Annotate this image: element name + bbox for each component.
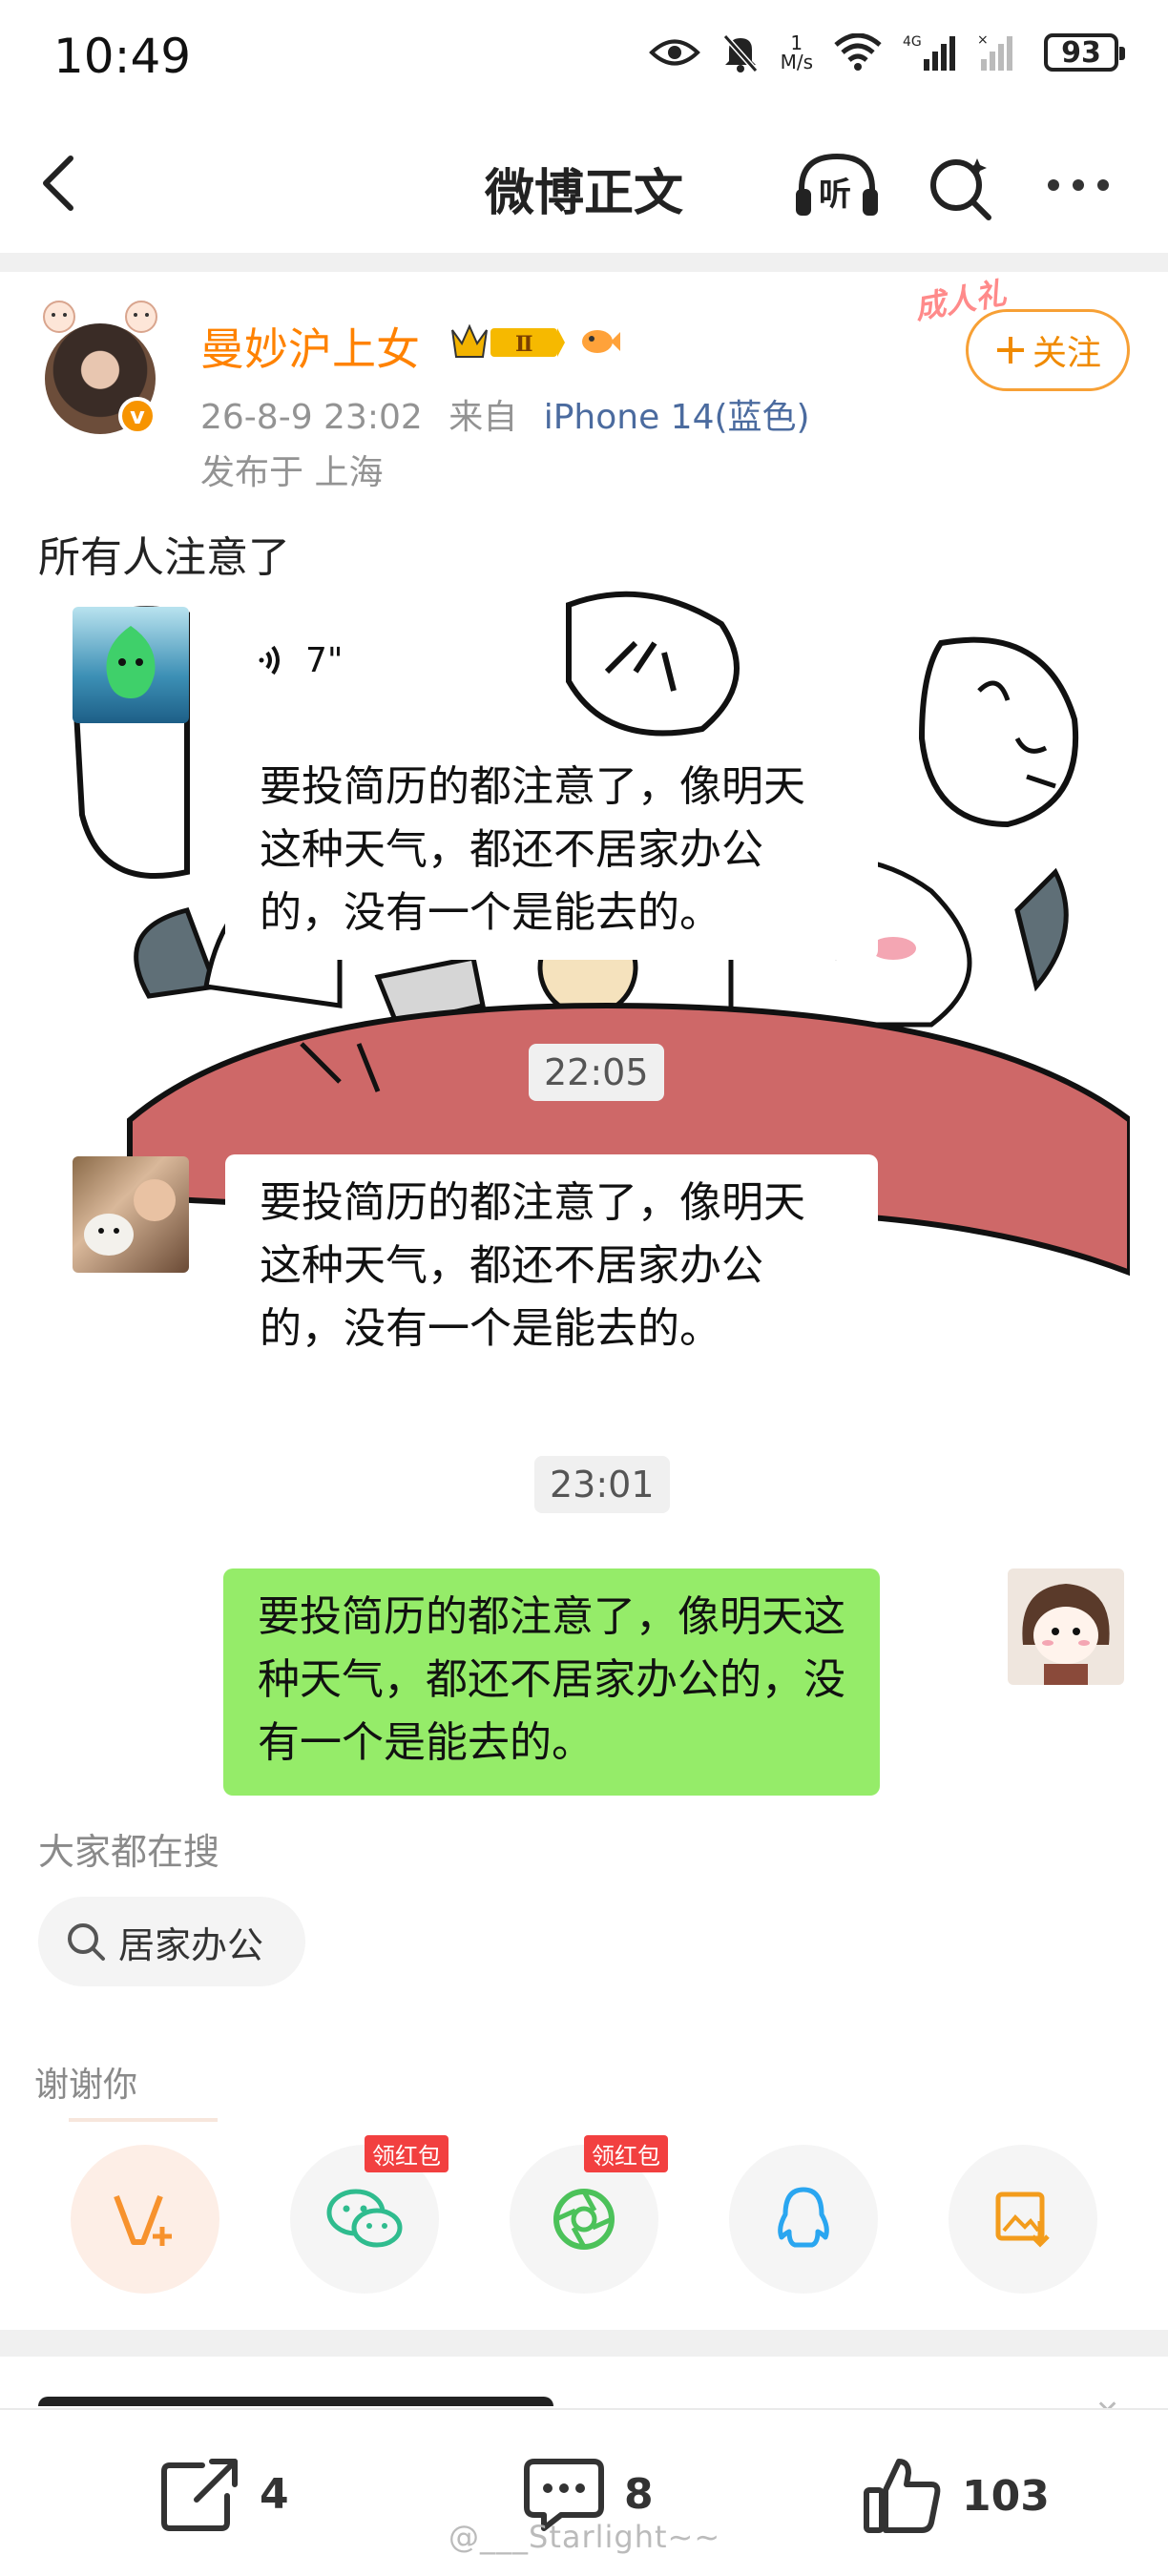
chat-avatar-2 xyxy=(73,1156,189,1273)
trending-search-chip[interactable]: 居家办公 xyxy=(38,1897,305,1986)
svg-text:4G: 4G xyxy=(903,34,922,50)
battery-indicator: 93 xyxy=(1044,33,1125,72)
eye-icon xyxy=(648,39,700,66)
share-save-image-button[interactable] xyxy=(949,2145,1097,2294)
wechat-icon xyxy=(326,2189,403,2248)
net-speed: 1 M/s xyxy=(781,33,813,72)
redpack-badge: 领红包 xyxy=(584,2135,668,2172)
post-text: 所有人注意了 xyxy=(38,533,290,582)
repost-icon xyxy=(161,2459,238,2531)
dot-icon xyxy=(1048,179,1059,191)
post-date: 26-8-9 23:02 xyxy=(200,398,423,437)
thanks-label: 谢谢你 xyxy=(34,2066,138,2105)
share-row: 领红包 领红包 xyxy=(0,2135,1168,2303)
thanks-underline xyxy=(69,2118,218,2122)
post-device[interactable]: iPhone 14(蓝色) xyxy=(544,398,810,437)
chat-timestamp-1: 22:05 xyxy=(529,1044,664,1101)
level-text: Ⅱ xyxy=(515,332,533,357)
listen-label: 听 xyxy=(819,176,851,214)
member-level-badge-icon: Ⅱ xyxy=(451,323,565,358)
post-location: 发布于 上海 xyxy=(200,453,384,492)
save-image-icon xyxy=(995,2192,1050,2248)
fish-badge-icon xyxy=(582,330,620,353)
follow-label: 关注 xyxy=(1032,334,1101,373)
voice-wave-icon xyxy=(259,645,280,675)
like-count: 103 xyxy=(962,2471,1050,2521)
comment-count: 8 xyxy=(624,2469,654,2519)
plus-icon xyxy=(996,337,1024,364)
moments-icon xyxy=(553,2189,615,2250)
chat-bubble-1: 要投简历的都注意了，像明天这种天气，都还不居家办公的，没有一个是能去的。 xyxy=(225,738,878,960)
chat-bubble-2: 要投简历的都注意了，像明天这种天气，都还不居家办公的，没有一个是能去的。 xyxy=(225,1154,878,1376)
repost-count: 4 xyxy=(260,2469,289,2519)
dot-icon xyxy=(1073,179,1084,191)
net-speed-unit: M/s xyxy=(780,51,813,73)
dot-icon xyxy=(1097,179,1109,191)
voice-duration: 7" xyxy=(305,640,344,680)
share-wechat-button[interactable]: 领红包 xyxy=(290,2135,448,2294)
source-prefix: 来自 xyxy=(448,398,518,437)
post-image[interactable]: 7" 要投简历的都注意了，像明天这种天气，都还不居家办公的，没有一个是能去的。 … xyxy=(73,586,1130,1796)
green-character-icon xyxy=(106,626,156,698)
qq-icon xyxy=(778,2187,829,2248)
chat-bubble-3: 要投简历的都注意了，像明天这种天气，都还不居家办公的，没有一个是能去的。 xyxy=(223,1568,880,1796)
cell-signal-icon: 4G xyxy=(903,34,955,71)
thumbs-up-icon xyxy=(864,2459,941,2533)
post-meta: 26-8-9 23:02 来自 iPhone 14(蓝色) xyxy=(200,389,810,439)
search-icon xyxy=(68,1923,105,1961)
status-bar: 10:49 1 M/s 4G × 93 xyxy=(0,0,1168,114)
status-icons: 1 M/s 4G × 93 xyxy=(648,32,1125,73)
share-moments-button[interactable]: 领红包 xyxy=(510,2135,668,2294)
wifi-icon xyxy=(834,33,882,71)
next-card-preview xyxy=(38,2397,553,2406)
nav-bar: 微博正文 听 xyxy=(0,114,1168,253)
follow-button[interactable]: 关注 xyxy=(966,309,1130,391)
like-button[interactable]: 103 xyxy=(863,2456,1050,2536)
listen-button[interactable]: 听 xyxy=(794,151,880,219)
mute-bell-icon xyxy=(722,34,758,73)
more-options-button[interactable] xyxy=(1048,166,1124,204)
svg-text:×: × xyxy=(977,32,989,48)
cell-signal-2-icon: × xyxy=(977,32,1012,71)
divider xyxy=(0,253,1168,272)
voice-message-bubble[interactable]: 7" xyxy=(225,613,389,708)
watermark: @___Starlight~~ xyxy=(448,2519,721,2555)
verified-badge-icon: v xyxy=(118,397,156,435)
redpack-badge: 领红包 xyxy=(365,2135,448,2172)
author-avatar[interactable]: v xyxy=(38,296,162,439)
v-plus-icon xyxy=(114,2194,172,2246)
net-speed-value: 1 xyxy=(790,31,803,54)
section-divider xyxy=(0,2330,1168,2357)
author-name[interactable]: 曼妙沪上女 xyxy=(200,315,420,378)
chat-avatar-3 xyxy=(1008,1568,1124,1685)
chat-avatar-1 xyxy=(73,607,189,723)
search-icon[interactable] xyxy=(926,153,994,221)
plush-doll-icon xyxy=(1022,1584,1110,1685)
share-v-plus-button[interactable] xyxy=(71,2145,219,2294)
status-time: 10:49 xyxy=(53,29,192,84)
person-with-cat-icon xyxy=(84,1179,176,1256)
chat-timestamp-2: 23:01 xyxy=(534,1456,670,1513)
repost-button[interactable]: 4 xyxy=(160,2456,289,2532)
trending-search-text: 居家办公 xyxy=(118,1923,264,1966)
trending-search-label: 大家都在搜 xyxy=(38,1831,220,1873)
share-qq-button[interactable] xyxy=(729,2145,878,2294)
